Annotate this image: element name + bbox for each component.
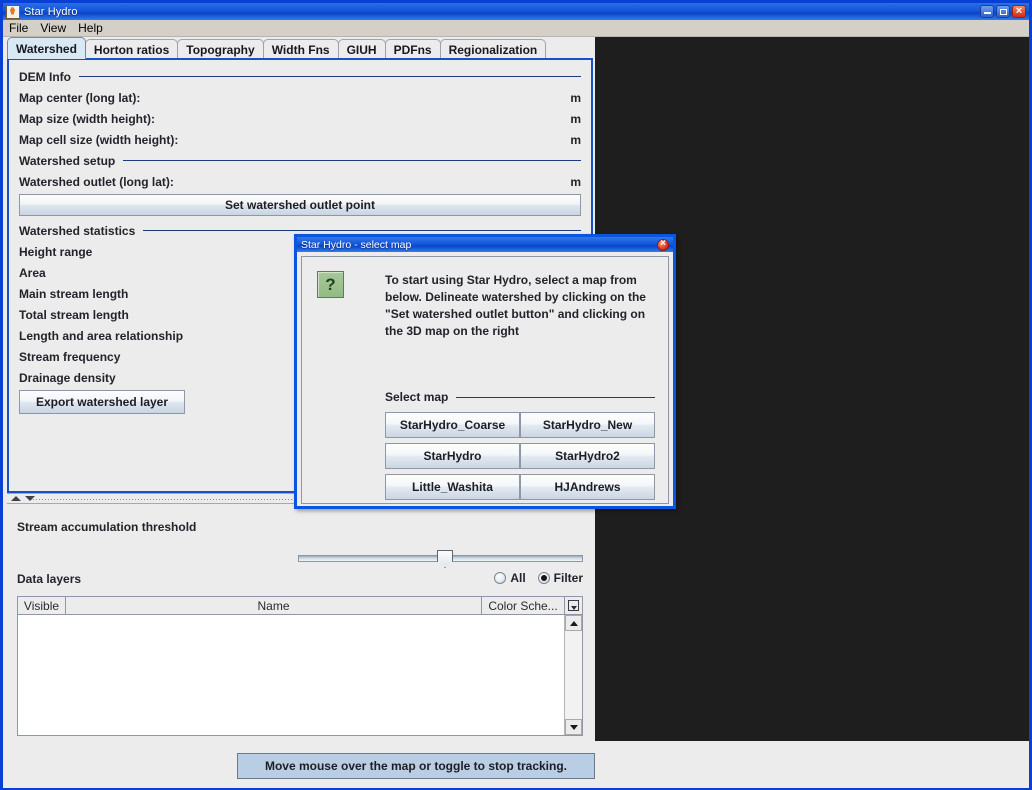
column-settings-icon[interactable] bbox=[568, 600, 579, 611]
radio-all[interactable]: All bbox=[494, 571, 526, 585]
column-header-visible[interactable]: Visible bbox=[18, 597, 66, 614]
dialog-body: ? To start using Star Hydro, select a ma… bbox=[301, 256, 669, 504]
window-titlebar: Star Hydro bbox=[3, 3, 1029, 20]
radio-filter-icon[interactable] bbox=[537, 572, 550, 584]
menu-help[interactable]: Help bbox=[72, 20, 109, 36]
dialog-instruction-text: To start using Star Hydro, select a map … bbox=[385, 273, 646, 338]
table-header-row: Visible Name Color Sche... bbox=[18, 597, 582, 615]
tab-watershed[interactable]: Watershed bbox=[7, 37, 86, 59]
section-dem-info: DEM Info bbox=[19, 66, 581, 87]
set-watershed-outlet-button[interactable]: Set watershed outlet point bbox=[19, 194, 581, 216]
section-divider bbox=[79, 76, 581, 77]
stream-accumulation-threshold-slider[interactable] bbox=[298, 550, 583, 568]
field-map-cell-size: Map cell size (width height): m bbox=[19, 129, 581, 150]
layer-filter-radio-group: All Filter bbox=[494, 571, 583, 585]
section-divider bbox=[123, 160, 581, 161]
tab-pdfns[interactable]: PDFns bbox=[384, 39, 441, 59]
field-label-map-size: Map size (width height): bbox=[19, 111, 155, 126]
table-vertical-scrollbar[interactable] bbox=[564, 615, 582, 735]
stat-label: Stream frequency bbox=[19, 349, 121, 364]
table-column-chooser[interactable] bbox=[565, 597, 582, 614]
map-button-little-washita[interactable]: Little_Washita bbox=[385, 474, 520, 500]
tab-giuh[interactable]: GIUH bbox=[337, 39, 386, 59]
tab-strip: Watershed Horton ratios Topography Width… bbox=[7, 37, 595, 59]
stat-label: Height range bbox=[19, 244, 93, 259]
column-header-name[interactable]: Name bbox=[66, 597, 482, 614]
maximize-icon[interactable] bbox=[996, 5, 1010, 18]
section-title-dem-info: DEM Info bbox=[19, 69, 71, 84]
table-rows bbox=[18, 615, 564, 735]
menubar: File View Help bbox=[3, 20, 1029, 37]
stat-label: Length and area relationship bbox=[19, 328, 184, 343]
tab-width-fns[interactable]: Width Fns bbox=[262, 39, 339, 59]
scroll-up-icon[interactable] bbox=[565, 615, 582, 631]
dialog-title: Star Hydro - select map bbox=[301, 238, 412, 251]
field-unit-watershed-outlet: m bbox=[570, 174, 581, 189]
menu-view[interactable]: View bbox=[34, 20, 72, 36]
lower-panel: Stream accumulation threshold Data layer… bbox=[7, 504, 593, 741]
radio-all-label: All bbox=[510, 571, 526, 585]
window-title: Star Hydro bbox=[24, 5, 78, 18]
section-divider bbox=[456, 396, 655, 398]
data-layers-label: Data layers bbox=[17, 572, 82, 586]
map-button-starhydro-new[interactable]: StarHydro_New bbox=[520, 412, 655, 438]
section-watershed-setup: Watershed setup bbox=[19, 150, 581, 171]
map-button-starhydro-coarse[interactable]: StarHydro_Coarse bbox=[385, 412, 520, 438]
map-button-starhydro2[interactable]: StarHydro2 bbox=[520, 443, 655, 469]
section-title-watershed-setup: Watershed setup bbox=[19, 153, 116, 168]
collapse-up-icon[interactable] bbox=[11, 496, 21, 501]
close-icon[interactable] bbox=[1012, 4, 1026, 18]
field-watershed-outlet: Watershed outlet (long lat): m bbox=[19, 171, 581, 192]
app-icon bbox=[6, 4, 20, 19]
scroll-down-icon[interactable] bbox=[565, 719, 582, 735]
tab-topography[interactable]: Topography bbox=[177, 39, 264, 59]
field-unit-map-center: m bbox=[570, 90, 581, 105]
table-body bbox=[18, 615, 582, 735]
field-label-map-cell-size: Map cell size (width height): bbox=[19, 132, 179, 147]
application-window: Star Hydro File View Help Watershed Hort… bbox=[0, 0, 1032, 790]
tracking-status-button[interactable]: Move mouse over the map or toggle to sto… bbox=[237, 753, 595, 779]
stat-label: Area bbox=[19, 265, 46, 280]
stream-accumulation-threshold-label: Stream accumulation threshold bbox=[17, 520, 197, 534]
column-header-color-scheme[interactable]: Color Sche... bbox=[482, 597, 565, 614]
field-unit-map-size: m bbox=[570, 111, 581, 126]
tab-horton-ratios[interactable]: Horton ratios bbox=[84, 39, 179, 59]
stat-label: Main stream length bbox=[19, 286, 129, 301]
map-button-starhydro[interactable]: StarHydro bbox=[385, 443, 520, 469]
export-watershed-layer-button[interactable]: Export watershed layer bbox=[19, 390, 185, 414]
select-map-dialog: Star Hydro - select map ? To start using… bbox=[294, 234, 676, 509]
section-select-map: Select map bbox=[385, 389, 655, 405]
menu-file[interactable]: File bbox=[3, 20, 34, 36]
field-map-size: Map size (width height): m bbox=[19, 108, 581, 129]
radio-filter[interactable]: Filter bbox=[537, 571, 583, 585]
window-controls bbox=[980, 4, 1026, 18]
slider-thumb[interactable] bbox=[437, 550, 453, 568]
tab-regionalization[interactable]: Regionalization bbox=[439, 39, 547, 59]
dialog-titlebar: Star Hydro - select map bbox=[297, 237, 673, 252]
radio-all-icon[interactable] bbox=[494, 572, 507, 584]
stat-label: Drainage density bbox=[19, 370, 116, 385]
dialog-close-icon[interactable] bbox=[657, 238, 669, 251]
field-label-map-center: Map center (long lat): bbox=[19, 90, 141, 105]
field-unit-map-cell-size: m bbox=[570, 132, 581, 147]
map-selection-buttons: StarHydro_Coarse StarHydro_New StarHydro… bbox=[385, 412, 655, 500]
section-divider bbox=[143, 230, 581, 231]
field-label-watershed-outlet: Watershed outlet (long lat): bbox=[19, 174, 174, 189]
radio-filter-label: Filter bbox=[553, 571, 583, 585]
data-layers-table: Visible Name Color Sche... bbox=[17, 596, 583, 736]
minimize-icon[interactable] bbox=[980, 5, 994, 18]
section-title-watershed-statistics: Watershed statistics bbox=[19, 223, 136, 238]
stat-label: Total stream length bbox=[19, 307, 129, 322]
field-map-center: Map center (long lat): m bbox=[19, 87, 581, 108]
help-question-icon: ? bbox=[317, 271, 344, 298]
section-title-select-map: Select map bbox=[385, 390, 449, 404]
map-button-hjandrews[interactable]: HJAndrews bbox=[520, 474, 655, 500]
